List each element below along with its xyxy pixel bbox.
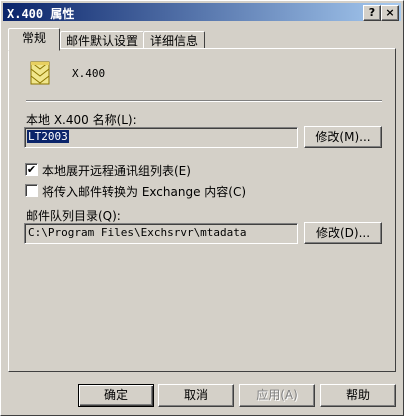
window-title: X.400 属性 [7, 7, 75, 21]
tab-mail-defaults-label: 邮件默认设置 [65, 34, 138, 48]
local-name-value: LT2003 [27, 130, 69, 143]
tab-general[interactable]: 常规 [8, 28, 60, 51]
convert-content-checkbox[interactable] [25, 184, 38, 197]
modify-queue-dir-button[interactable]: 修改(D)... [304, 222, 382, 244]
queue-dir-value: C:\Program Files\Exchsrvr\mtadata [28, 226, 247, 239]
queue-dir-field: C:\Program Files\Exchsrvr\mtadata [24, 223, 298, 244]
title-bar[interactable]: X.400 属性 ? × [3, 3, 401, 21]
help-button[interactable]: 帮助 [320, 384, 396, 407]
x400-connector-icon [30, 60, 50, 86]
object-name: X.400 [72, 67, 106, 80]
local-name-label: 本地 X.400 名称(L): [26, 113, 137, 127]
expand-dl-label: 本地展开远程通讯组列表(E) [42, 164, 191, 178]
expand-dl-checkbox[interactable]: ✔ [25, 163, 38, 176]
local-name-field[interactable]: LT2003 [24, 127, 298, 148]
convert-content-label: 将传入邮件转换为 Exchange 内容(C) [42, 185, 247, 199]
ok-button[interactable]: 确定 [78, 384, 154, 407]
cancel-button[interactable]: 取消 [158, 384, 234, 407]
modify-local-name-button[interactable]: 修改(M)... [304, 126, 382, 148]
apply-button[interactable]: 应用(A) [239, 384, 315, 407]
header-separator [26, 100, 382, 102]
close-title-button[interactable]: × [381, 5, 399, 21]
queue-dir-label: 邮件队列目录(Q): [26, 209, 121, 223]
help-title-button[interactable]: ? [363, 5, 381, 21]
tab-general-label: 常规 [21, 31, 46, 45]
tab-details-label: 详细信息 [149, 34, 198, 48]
